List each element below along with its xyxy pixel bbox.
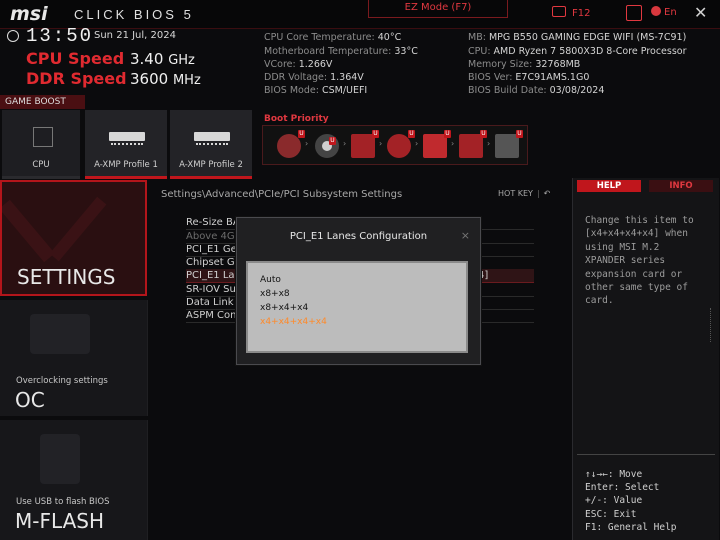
help-divider [577,454,715,461]
option-x4-x4-x4-x4[interactable]: x4+x4+x4+x4 [260,317,327,327]
wrench-icon [2,199,55,263]
screwdriver-icon [49,196,107,262]
nav-oc[interactable]: Overclocking settings OC [0,300,148,416]
msi-logo: msi [10,3,48,25]
breadcrumb: Settings\Advanced\PCIe/PCI Subsystem Set… [161,189,403,200]
sysinfo-cpu: CPU: AMD Ryzen 7 5800X3D 8-Core Processo… [468,46,687,57]
usb-drive-icon[interactable]: U [351,130,379,158]
help-scrollbar[interactable] [710,308,717,342]
sysinfo-mb: MB: MPG B550 GAMING EDGE WIFI (MS-7C91) [468,32,687,43]
boost-tile-xmp2[interactable]: A-XMP Profile 2 [170,110,252,179]
sysinfo-bios-ver: BIOS Ver: E7C91AMS.1G0 [468,72,590,83]
nav-mflash-label: M-FLASH [15,509,104,533]
boost-tile-label: A-XMP Profile 1 [94,160,158,170]
sysinfo-bios-date: BIOS Build Date: 03/08/2024 [468,85,605,96]
usb-hdd-icon[interactable]: U [459,130,487,158]
back-icon[interactable]: ↶ [544,189,551,198]
screenshot-button[interactable]: F12 [552,6,590,19]
nav-settings[interactable]: SETTINGS [0,180,147,296]
f12-label: F12 [572,8,591,19]
help-panel: HELP INFO Change this item to [x4+x4+x4+… [572,178,719,540]
ddr-speed-value: 3600 MHz [130,70,201,88]
usb-key-icon[interactable]: U [423,130,451,158]
hotkey-label: HOT KEY [498,189,533,198]
language-button[interactable]: En [651,6,677,18]
help-text: Change this item to [x4+x4+x4+x4] when u… [585,215,694,307]
option-list: Auto x8+x8 x8+x4+x4 x4+x4+x4+x4 [246,261,468,353]
ddr-speed-label: DDR Speed [26,69,127,88]
sysinfo-bios-mode: BIOS Mode: CSM/UEFI [264,85,368,96]
ez-mode-button[interactable]: EZ Mode (F7) [368,0,508,18]
boost-tile-label: CPU [32,160,50,170]
option-x8-x4-x4[interactable]: x8+x4+x4 [260,303,308,313]
optical-disc-icon[interactable]: U [315,134,339,158]
dialog-title: PCI_E1 Lanes Configuration [289,231,428,242]
key-legend: ↑↓→←: Move Enter: Select +/-: Value ESC:… [585,469,677,533]
option-auto[interactable]: Auto [260,275,281,285]
clock-time: 13:50 [26,25,94,47]
boot-priority-bar: U › U › U › U › U › U › U [262,125,528,165]
sysinfo-ddr-voltage: DDR Voltage: 1.364V [264,72,364,83]
network-icon[interactable]: U [495,130,523,158]
hotkey-button[interactable]: HOT KEY | ↶ [498,189,550,198]
clock-icon [7,30,19,42]
lanes-config-dialog: PCI_E1 Lanes Configuration × Auto x8+x8 … [236,217,481,365]
ram-module-icon [194,132,230,145]
option-x8-x8[interactable]: x8+x8 [260,289,290,299]
cpu-speed-value: 3.40 GHz [130,50,195,68]
sysinfo-memory: Memory Size: 32768MB [468,59,581,70]
clock-date: Sun 21 Jul, 2024 [94,30,176,41]
ram-module-icon [109,132,145,145]
boost-tile-xmp1[interactable]: A-XMP Profile 1 [85,110,167,179]
nav-mflash-subtitle: Use USB to flash BIOS [16,497,110,507]
boost-tile-label: A-XMP Profile 2 [179,160,243,170]
dialog-close-icon[interactable]: × [461,229,470,242]
nav-mflash[interactable]: Use USB to flash BIOS M-FLASH [0,420,148,540]
camera-icon [552,6,566,17]
boost-tile-cpu[interactable]: CPU [2,110,80,179]
sysinfo-vcore: VCore: 1.266V [264,59,333,70]
nav-oc-label: OC [15,388,45,412]
tab-help[interactable]: HELP [577,180,641,192]
game-boost-label: GAME BOOST [0,95,85,109]
boot-priority-label: Boot Priority [264,114,329,124]
sysinfo-cpu-temp: CPU Core Temperature: 40°C [264,32,402,43]
usb-optical-icon[interactable]: U [387,130,415,158]
close-icon[interactable]: ✕ [694,3,707,22]
processor-icon [30,314,90,354]
globe-icon [651,6,661,16]
search-icon[interactable] [626,5,642,21]
nav-settings-label: SETTINGS [17,265,116,289]
cpu-speed-label: CPU Speed [26,49,125,68]
product-name: CLICK BIOS 5 [74,7,194,22]
nav-oc-subtitle: Overclocking settings [16,376,108,386]
hdd-icon[interactable]: U [277,130,305,158]
sysinfo-mb-temp: Motherboard Temperature: 33°C [264,46,418,57]
usb-flash-icon [40,434,80,484]
cpu-chip-icon [33,127,53,147]
language-label: En [664,7,677,18]
tab-info[interactable]: INFO [649,180,713,192]
